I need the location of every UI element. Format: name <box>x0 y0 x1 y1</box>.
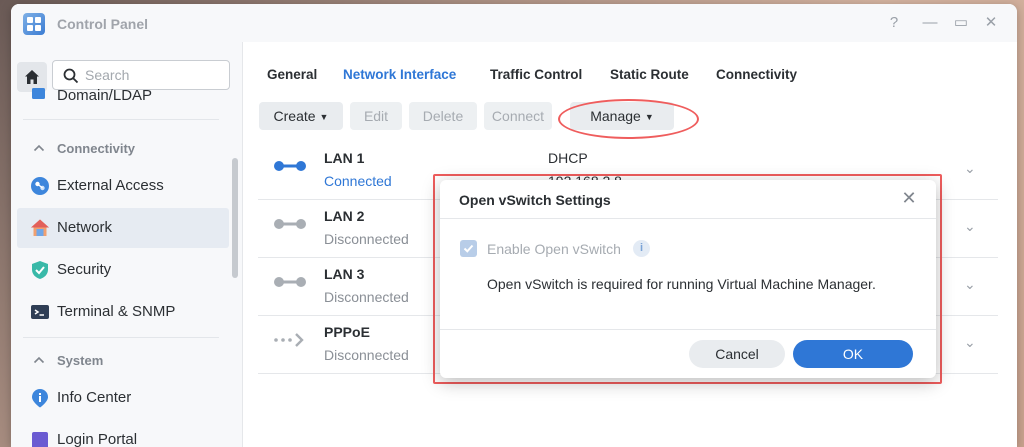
minimize-icon[interactable]: — <box>921 14 939 32</box>
section-label: Connectivity <box>57 141 136 156</box>
sidebar-item-label: Security <box>57 261 112 278</box>
sidebar-item-domain-ldap[interactable]: Domain/LDAP <box>17 88 229 108</box>
search-field[interactable] <box>52 60 230 90</box>
terminal-icon <box>30 302 50 322</box>
sidebar-section-system[interactable]: System <box>17 348 229 374</box>
interface-status: Disconnected <box>324 231 409 247</box>
ok-button[interactable]: OK <box>793 340 913 368</box>
lan-connected-icon <box>274 161 306 171</box>
interface-mode: DHCP <box>548 150 588 166</box>
enable-open-vswitch-checkbox[interactable] <box>460 240 477 257</box>
interface-name: LAN 2 <box>324 208 365 224</box>
sidebar-divider <box>23 119 219 120</box>
maximize-icon[interactable]: ▭ <box>952 14 970 32</box>
chevron-down-icon[interactable]: ⌄ <box>964 160 976 177</box>
checkmark-icon <box>463 244 474 253</box>
create-button[interactable]: Create ▼ <box>259 102 343 130</box>
tab-general[interactable]: General <box>267 67 317 82</box>
sidebar-item-login-portal[interactable]: Login Portal <box>17 420 229 447</box>
checkbox-label: Enable Open vSwitch <box>487 241 621 257</box>
dialog-divider <box>440 329 936 330</box>
section-label: System <box>57 353 104 368</box>
caret-down-icon: ▼ <box>319 112 329 123</box>
cancel-button[interactable]: Cancel <box>689 340 785 368</box>
sidebar-item-label: External Access <box>57 177 164 194</box>
chevron-down-icon[interactable]: ⌄ <box>964 218 976 235</box>
interface-name: LAN 3 <box>324 266 365 282</box>
sidebar-item-network[interactable]: Network <box>17 208 229 248</box>
info-icon <box>30 388 50 408</box>
shield-icon <box>30 260 50 280</box>
interface-status: Connected <box>324 173 392 189</box>
create-label: Create <box>273 108 316 124</box>
annotation-ellipse <box>558 99 699 139</box>
sidebar-divider <box>23 337 219 338</box>
lan-disconnected-icon <box>274 219 306 229</box>
close-window-icon[interactable]: ✕ <box>982 14 1000 32</box>
sidebar-item-external-access[interactable]: External Access <box>17 166 229 206</box>
sidebar-scrollbar[interactable] <box>232 158 238 278</box>
external-access-icon <box>30 176 50 196</box>
login-portal-icon <box>30 430 50 447</box>
chevron-down-icon[interactable]: ⌄ <box>964 276 976 293</box>
lan-disconnected-icon <box>274 277 306 287</box>
home-icon <box>25 70 39 84</box>
title-bar: Control Panel ? — ▭ ✕ <box>11 4 1017 42</box>
info-icon[interactable]: i <box>633 240 650 257</box>
chevron-down-icon[interactable]: ⌄ <box>964 334 976 351</box>
interface-name: PPPoE <box>324 324 370 340</box>
tab-network-interface[interactable]: Network Interface <box>343 67 456 82</box>
open-vswitch-dialog: Open vSwitch Settings ✕ Enable Open vSwi… <box>440 180 936 378</box>
sidebar-item-label: Info Center <box>57 389 132 406</box>
network-house-icon <box>30 218 50 238</box>
control-panel-app-icon <box>23 13 45 35</box>
window-title: Control Panel <box>57 16 149 32</box>
tab-connectivity[interactable]: Connectivity <box>716 67 797 82</box>
connect-button[interactable]: Connect <box>484 102 552 130</box>
search-input[interactable] <box>85 66 220 84</box>
delete-button[interactable]: Delete <box>409 102 477 130</box>
chevron-up-icon <box>33 144 45 152</box>
dialog-divider <box>440 218 936 219</box>
sidebar-item-label: Domain/LDAP <box>57 88 153 104</box>
tab-traffic-control[interactable]: Traffic Control <box>490 67 582 82</box>
tab-static-route[interactable]: Static Route <box>610 67 689 82</box>
close-icon[interactable]: ✕ <box>900 189 918 207</box>
chevron-up-icon <box>33 356 45 364</box>
dialog-title: Open vSwitch Settings <box>459 192 611 208</box>
dialog-message: Open vSwitch is required for running Vir… <box>487 276 876 292</box>
sidebar-item-security[interactable]: Security <box>17 250 229 290</box>
sidebar-section-connectivity[interactable]: Connectivity <box>17 136 229 162</box>
pppoe-icon <box>274 333 304 347</box>
interface-status: Disconnected <box>324 347 409 363</box>
interface-name: LAN 1 <box>324 150 365 166</box>
sidebar-item-info-center[interactable]: Info Center <box>17 378 229 418</box>
help-icon[interactable]: ? <box>885 14 903 32</box>
sidebar-item-label: Login Portal <box>57 431 138 447</box>
sidebar-item-terminal-snmp[interactable]: Terminal & SNMP <box>17 292 229 332</box>
sidebar: Domain/LDAP Connectivity External Access <box>11 42 243 447</box>
search-icon <box>63 68 79 84</box>
interface-status: Disconnected <box>324 289 409 305</box>
sidebar-item-label: Network <box>57 219 113 236</box>
edit-button[interactable]: Edit <box>350 102 402 130</box>
sidebar-item-label: Terminal & SNMP <box>57 303 176 320</box>
domain-ldap-icon <box>30 88 50 106</box>
